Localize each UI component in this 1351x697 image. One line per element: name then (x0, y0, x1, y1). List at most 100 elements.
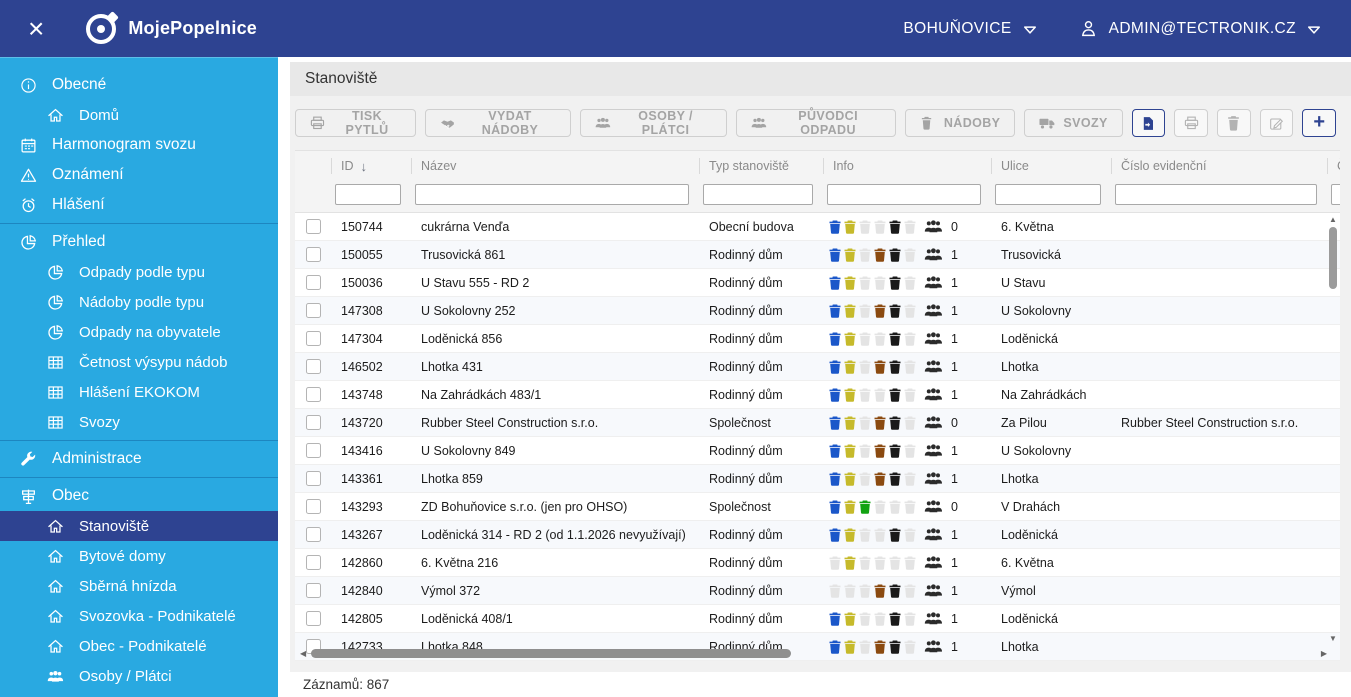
row-checkbox[interactable] (305, 471, 321, 486)
column-header-typ-stanoviste[interactable]: Typ stanoviště (699, 151, 823, 181)
column-header-nazev[interactable]: Název (411, 151, 699, 181)
table-row[interactable]: 150055 Trusovická 861 Rodinný dům 1 Trusovic… (295, 241, 1340, 269)
scroll-right-icon[interactable]: ▶ (1321, 649, 1327, 658)
tisk-pytlu-button[interactable]: TISK PYTLŮ (294, 109, 417, 137)
sidebar-item-sberna-hnizda[interactable]: Sběrná hnízda (0, 571, 278, 601)
table-row[interactable]: 142805 Loděnická 408/1 Rodinný dům 1 Loděnic… (295, 605, 1340, 633)
export-icon (1141, 116, 1156, 131)
row-checkbox[interactable] (305, 443, 321, 458)
user-menu[interactable]: ADMIN@TECTRONIK.CZ (1079, 19, 1321, 38)
osoby-platci-button[interactable]: OSOBY / PLÁTCI (579, 109, 728, 137)
people-icon (46, 668, 65, 685)
cell-reg-number (1111, 297, 1327, 324)
close-icon[interactable]: × (28, 14, 44, 43)
vydat-nadoby-button[interactable]: VYDAT NÁDOBY (425, 109, 571, 137)
table-row[interactable]: 143293 ZD Bohuňovice s.r.o. (jen pro OHSO… (295, 493, 1340, 521)
cell-street: Lhotka (1001, 471, 1039, 486)
scroll-up-icon[interactable]: ▲ (1328, 215, 1338, 224)
table-row[interactable]: 143267 Loděnická 314 - RD 2 (od 1.1.2026 … (295, 521, 1340, 549)
table-row[interactable]: 143361 Lhotka 859 Rodinný dům 1 Lhotka (295, 465, 1340, 493)
sidebar-item-svozovka-podnikatele[interactable]: Svozovka - Podnikatelé (0, 601, 278, 631)
table-row[interactable]: 142860 6. Května 216 Rodinný dům 1 6. Května (295, 549, 1340, 577)
cell-id: 143361 (341, 471, 383, 486)
vertical-scrollbar-thumb[interactable] (1329, 227, 1337, 289)
sidebar-item-domu[interactable]: Domů (0, 100, 278, 130)
print-button[interactable] (1174, 109, 1209, 137)
filter-cislo-evidencni-input[interactable] (1115, 184, 1317, 205)
sidebar-item-hlaseni[interactable]: Hlášení (0, 190, 278, 220)
bin-off-icon (874, 500, 886, 514)
table-row[interactable]: 143720 Rubber Steel Construction s.r.o. Sp… (295, 409, 1340, 437)
persons-icon (924, 416, 943, 429)
row-checkbox[interactable] (305, 275, 321, 290)
sidebar-item-obec-podnikatele[interactable]: Obec - Podnikatelé (0, 631, 278, 661)
persons-icon (924, 500, 943, 513)
row-checkbox[interactable] (305, 219, 321, 234)
filter-typ-stanoviste-input[interactable] (703, 184, 813, 205)
bin-black-icon (889, 388, 901, 402)
sidebar-item-harmonogram-svozu[interactable]: Harmonogram svozu (0, 130, 278, 160)
scroll-down-icon[interactable]: ▼ (1328, 634, 1338, 643)
export-button[interactable] (1131, 109, 1166, 137)
table-row[interactable]: 146502 Lhotka 431 Rodinný dům 1 Lhotka (295, 353, 1340, 381)
puvodci-odpadu-button[interactable]: PŮVODCI ODPADU (736, 109, 896, 137)
filter-id-input[interactable] (335, 184, 401, 205)
table-row[interactable]: 150036 U Stavu 555 - RD 2 Rodinný dům 1 U St… (295, 269, 1340, 297)
horizontal-scrollbar[interactable]: ◀ ▶ (300, 648, 1327, 658)
sidebar-item-odpady-na-obyvatele[interactable]: Odpady na obyvatele (0, 317, 278, 347)
filter-nazev-input[interactable] (415, 184, 689, 205)
cell-type: Rodinný dům (709, 583, 783, 598)
municipality-selector[interactable]: BOHUŇOVICE (903, 20, 1036, 38)
sidebar-item-stanoviste[interactable]: Stanoviště (0, 511, 278, 541)
row-checkbox[interactable] (305, 555, 321, 570)
column-header-id[interactable]: ID ↓ (331, 151, 411, 181)
row-checkbox[interactable] (305, 303, 321, 318)
column-header-ulice[interactable]: Ulice (991, 151, 1111, 181)
row-checkbox[interactable] (305, 583, 321, 598)
row-checkbox[interactable] (305, 527, 321, 542)
sidebar-item-bytove-domy[interactable]: Bytové domy (0, 541, 278, 571)
sidebar-item-nadoby-podle-typu[interactable]: Nádoby podle typu (0, 287, 278, 317)
row-checkbox[interactable] (305, 611, 321, 626)
nadoby-button[interactable]: NÁDOBY (904, 109, 1016, 137)
sidebar-item-odpady-podle-typu[interactable]: Odpady podle typu (0, 257, 278, 287)
add-button[interactable]: + (1302, 109, 1336, 137)
vertical-scrollbar[interactable]: ▲ ▼ (1328, 215, 1338, 643)
svozy-button[interactable]: SVOZY (1024, 109, 1123, 137)
column-header-c[interactable]: Č (1327, 151, 1340, 181)
sidebar-item-obecne[interactable]: Obecné (0, 70, 278, 100)
sidebar-item-hlaseni-ekokom[interactable]: Hlášení EKOKOM (0, 377, 278, 407)
sidebar-item-administrace[interactable]: Administrace (0, 444, 278, 474)
horizontal-scrollbar-thumb[interactable] (311, 648, 792, 658)
filter-info-input[interactable] (827, 184, 981, 205)
filter-c-input[interactable] (1331, 184, 1340, 205)
table-row[interactable]: 147304 Loděnická 856 Rodinný dům 1 Loděnická (295, 325, 1340, 353)
filter-ulice-input[interactable] (995, 184, 1101, 205)
row-checkbox[interactable] (305, 331, 321, 346)
edit-button[interactable] (1259, 109, 1294, 137)
row-checkbox[interactable] (305, 499, 321, 514)
column-header-cislo-evidencni[interactable]: Číslo evidenční (1111, 151, 1327, 181)
table-row[interactable]: 143748 Na Zahrádkách 483/1 Rodinný dům 1 Na … (295, 381, 1340, 409)
scroll-left-icon[interactable]: ◀ (300, 649, 306, 658)
cell-name: cukrárna Venďa (421, 219, 510, 234)
cell-reg-number: Rubber Steel Construction s.r.o. (1121, 415, 1299, 430)
sidebar-item-prehled[interactable]: Přehled (0, 227, 278, 257)
table-row[interactable]: 143416 U Sokolovny 849 Rodinný dům 1 U Sokol… (295, 437, 1340, 465)
delete-button[interactable] (1217, 109, 1251, 137)
row-checkbox[interactable] (305, 359, 321, 374)
column-header-info[interactable]: Info (823, 151, 991, 181)
sidebar-item-oznameni[interactable]: Oznámení (0, 160, 278, 190)
sidebar-item-svozy[interactable]: Svozy (0, 407, 278, 437)
row-checkbox[interactable] (305, 387, 321, 402)
sidebar-item-cetnost-vysypu-nadob[interactable]: Četnost výsypu nádob (0, 347, 278, 377)
table-row[interactable]: 150744 cukrárna Venďa Obecní budova 0 6. Kvě… (295, 213, 1340, 241)
bin-black-icon (889, 360, 901, 374)
row-checkbox[interactable] (305, 247, 321, 262)
button-label: NÁDOBY (943, 116, 1001, 130)
table-row[interactable]: 147308 U Sokolovny 252 Rodinný dům 1 U Sokol… (295, 297, 1340, 325)
sidebar-item-obec[interactable]: Obec (0, 481, 278, 511)
row-checkbox[interactable] (305, 415, 321, 430)
table-row[interactable]: 142840 Výmol 372 Rodinný dům 1 Výmol (295, 577, 1340, 605)
sidebar-item-osoby-platci[interactable]: Osoby / Plátci (0, 661, 278, 691)
